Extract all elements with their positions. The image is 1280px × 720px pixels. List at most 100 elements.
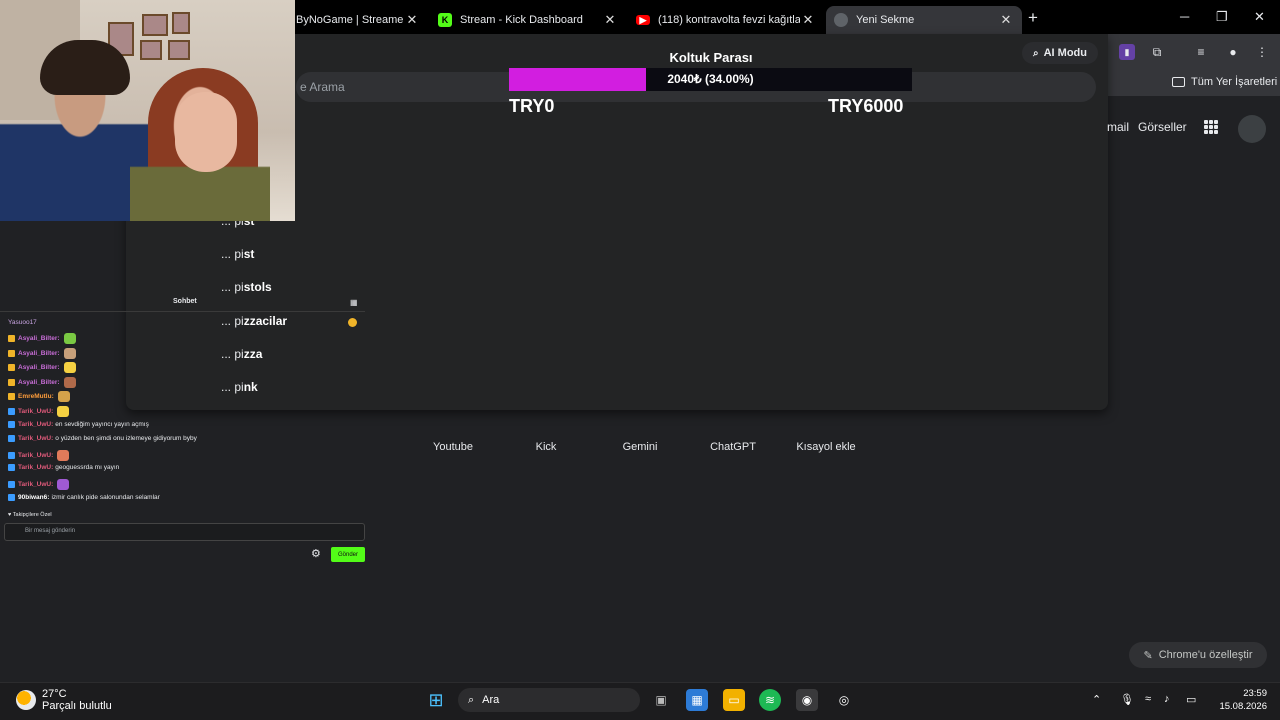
close-icon[interactable]: ✕ <box>800 12 816 28</box>
minimize-icon[interactable]: ─ <box>1180 9 1189 24</box>
tab-kick-dashboard[interactable]: K Stream - Kick Dashboard ✕ <box>430 6 626 34</box>
shortcut-chatgpt[interactable]: ChatGPT <box>693 441 773 453</box>
file-explorer-icon[interactable]: ▭ <box>723 689 745 711</box>
goal-title: Koltuk Parası <box>669 50 753 65</box>
chat-username[interactable]: Tarik_UwU: <box>18 421 53 428</box>
suggestion-item[interactable]: ... pizza <box>221 347 262 361</box>
media-controls-icon[interactable]: ≡ <box>1193 44 1209 60</box>
emote-icon <box>57 391 70 403</box>
chat-username[interactable]: Tarik_UwU: <box>18 408 53 415</box>
chrome-icon <box>834 13 848 27</box>
ai-mode-button[interactable]: ⌕ AI Modu <box>1022 42 1098 64</box>
chat-message: Tarik_UwU: <box>8 479 70 490</box>
chat-text: izmir canlık pide salonundan selamlar <box>51 493 160 501</box>
suggestion-item[interactable]: ... pink <box>221 380 258 394</box>
suggestion-item[interactable]: ... pizzacilar <box>221 314 287 328</box>
ai-mode-label: AI Modu <box>1043 47 1087 59</box>
maximize-icon[interactable]: ❐ <box>1216 9 1228 25</box>
taskbar-search[interactable]: ⌕ Ara <box>458 688 640 712</box>
chat-message: Tarik_UwU: geoguessrda mı yayın <box>8 464 120 472</box>
google-apps-icon[interactable] <box>1204 120 1218 134</box>
extensions-icon[interactable]: ⧉ <box>1149 44 1165 60</box>
subscriber-badge-icon <box>8 364 15 372</box>
battery-icon[interactable]: ▭ <box>1186 693 1196 706</box>
chat-username[interactable]: Tarik_UwU: <box>18 452 53 459</box>
divider <box>0 311 365 312</box>
customize-chrome-button[interactable]: ✎ Chrome'u özelleştir <box>1129 642 1267 668</box>
goal-progress-text: 2040₺ (34.00%) <box>667 72 754 86</box>
subscriber-badge-icon <box>8 393 15 401</box>
weather-widget[interactable]: 27°C Parçalı bulutlu <box>16 688 112 712</box>
all-bookmarks[interactable]: Tüm Yer İşaretleri <box>1172 76 1277 88</box>
clock[interactable]: 23:59 15.08.2026 <box>1215 687 1267 713</box>
chat-username[interactable]: 90biwan6: <box>18 494 49 501</box>
folder-icon <box>1172 77 1185 87</box>
search-input[interactable]: e Arama <box>300 80 345 94</box>
weather-icon <box>16 690 36 710</box>
suggestion-item[interactable]: ... pistols <box>221 280 272 294</box>
chat-username[interactable]: Asyali_Bilter: <box>18 364 60 371</box>
kick-icon: K <box>438 13 452 27</box>
shortcut-youtube[interactable]: Youtube <box>413 441 493 453</box>
subscriber-badge-icon <box>8 481 15 488</box>
wifi-icon[interactable]: ≈ <box>1145 693 1151 705</box>
profile-icon[interactable]: ● <box>1225 44 1241 60</box>
chat-text: geoguessrda mı yayın <box>55 464 120 472</box>
subscriber-badge-icon <box>8 349 15 357</box>
pinned-icon[interactable] <box>348 318 357 327</box>
tab-title: ByNoGame | Streamer S <box>296 14 404 26</box>
twitch-extension-icon[interactable]: ▮ <box>1119 44 1135 60</box>
chat-username[interactable]: Tarik_UwU: <box>18 481 53 488</box>
youtube-icon: ▶ <box>636 15 650 25</box>
close-icon[interactable]: ✕ <box>602 12 618 28</box>
chat-username[interactable]: Asyali_Bilter: <box>18 350 60 357</box>
chat-text: o yüzden ben şimdi onu izlemeye gidiyoru… <box>55 435 197 443</box>
chat-username[interactable]: Asyali_Bilter: <box>18 379 60 386</box>
images-link[interactable]: Görseller <box>1138 120 1187 134</box>
new-tab-button[interactable]: + <box>1028 8 1038 28</box>
task-view-icon[interactable]: ▣ <box>650 689 672 711</box>
chrome-taskbar-icon[interactable]: ◉ <box>796 689 818 711</box>
emote-icon <box>63 333 76 344</box>
pinned-user[interactable]: Yasuoo17 <box>8 319 37 326</box>
volume-icon[interactable]: ♪ <box>1164 693 1170 705</box>
close-icon[interactable]: ✕ <box>404 12 420 28</box>
add-shortcut-button[interactable]: Kısayol ekle <box>786 441 866 453</box>
shortcut-gemini[interactable]: Gemini <box>600 441 680 453</box>
send-button[interactable]: Gönder <box>331 547 365 562</box>
subscriber-badge-icon <box>8 435 15 443</box>
search-icon: ⌕ <box>468 693 475 706</box>
chat-users-icon[interactable]: ▦ <box>350 298 358 307</box>
spotify-icon[interactable]: ≋ <box>759 689 781 711</box>
goal-max-label: TRY6000 <box>828 96 904 116</box>
pencil-icon: ✎ <box>1143 649 1153 662</box>
microphone-icon[interactable]: 🎙 <box>1120 693 1134 706</box>
store-icon[interactable]: ▦ <box>686 689 708 711</box>
chat-input-placeholder: Bir mesaj gönderin <box>25 528 76 534</box>
tab-title: Yeni Sekme <box>856 14 915 26</box>
chat-message: Tarik_UwU: <box>8 406 70 417</box>
avatar[interactable] <box>1238 115 1266 143</box>
close-icon[interactable]: ✕ <box>998 12 1014 28</box>
close-window-icon[interactable]: ✕ <box>1254 9 1265 25</box>
chat-text: en sevdiğim yayıncı yayın açmış <box>55 420 149 428</box>
tab-new-tab[interactable]: Yeni Sekme ✕ <box>826 6 1022 34</box>
settings-icon[interactable]: ⚙ <box>311 547 321 560</box>
suggestion-item[interactable]: ... pist <box>221 247 254 261</box>
tab-youtube[interactable]: ▶ (118) kontravolta fevzi kağıtları ✕ <box>628 6 824 34</box>
tab-bynogame[interactable]: ByNoGame | Streamer S ✕ <box>288 6 428 34</box>
obs-icon[interactable]: ◎ <box>833 689 855 711</box>
chat-username[interactable]: Asyali_Bilter: <box>18 335 60 342</box>
windows-start-icon[interactable]: ⊞ <box>425 689 447 711</box>
chat-username[interactable]: Tarik_UwU: <box>18 435 53 442</box>
chat-username[interactable]: Tarik_UwU: <box>18 464 53 471</box>
chat-message: Asyali_Bilter: <box>8 333 76 344</box>
chat-message: EmreMutlu: <box>8 391 70 403</box>
chevron-up-icon[interactable]: ⌃ <box>1092 693 1101 706</box>
subscriber-badge-icon <box>8 408 15 415</box>
shortcut-kick[interactable]: Kick <box>506 441 586 453</box>
gmail-link[interactable]: mail <box>1107 120 1129 134</box>
chat-username[interactable]: EmreMutlu: <box>18 393 54 400</box>
menu-icon[interactable]: ⋮ <box>1254 44 1270 60</box>
emote-icon <box>57 449 70 461</box>
